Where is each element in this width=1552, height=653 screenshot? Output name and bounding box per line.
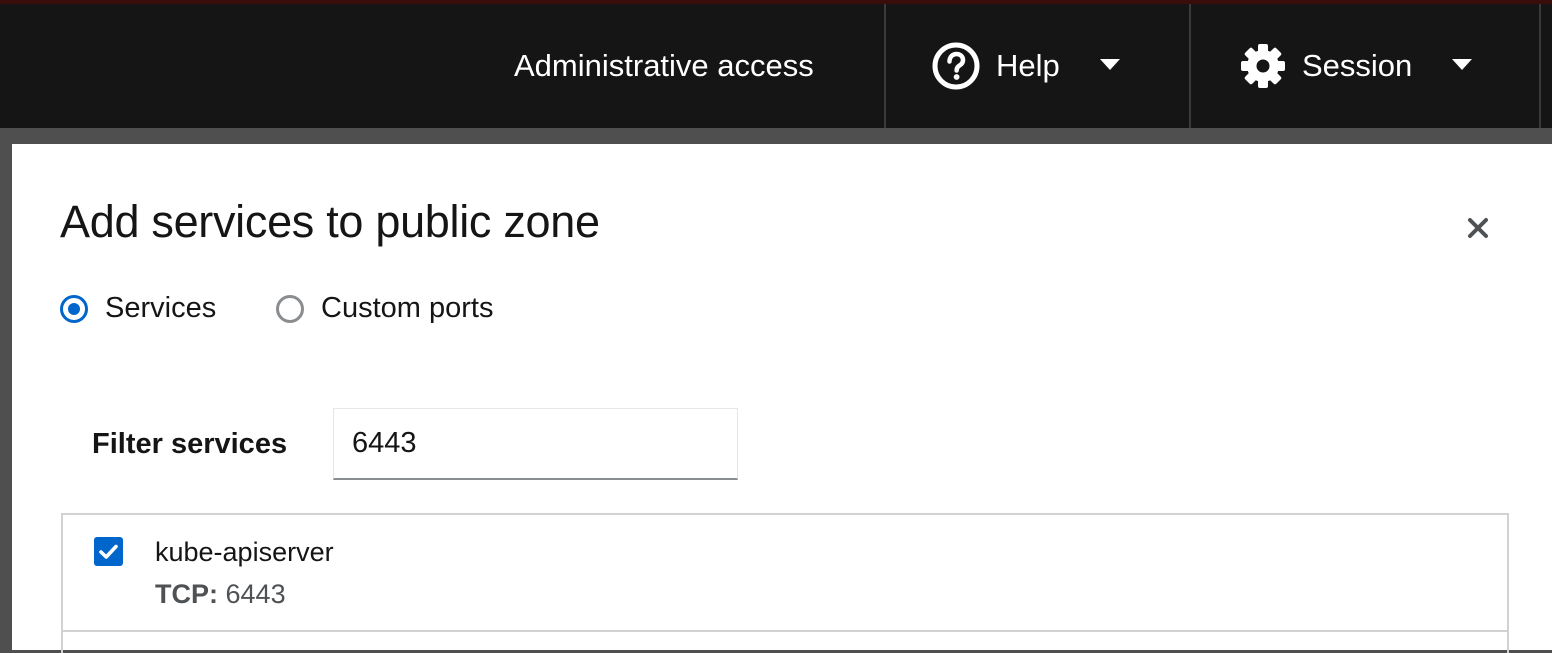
administrative-access-label: Administrative access [514, 48, 814, 83]
caret-down-icon [1100, 59, 1120, 70]
radio-services-label: Services [105, 292, 217, 324]
services-list: kube-apiserver TCP: 6443 [61, 513, 1509, 653]
filter-services-input[interactable] [333, 408, 738, 480]
service-port: 6443 [225, 579, 286, 609]
service-protocol: TCP: [155, 579, 218, 609]
help-circle-icon [932, 42, 980, 90]
service-checkbox[interactable] [94, 537, 123, 566]
radio-custom-ports[interactable]: Custom ports [276, 292, 493, 325]
masthead: Administrative access Help Session [0, 0, 1552, 128]
session-menu-toggle[interactable]: Session [1240, 4, 1480, 128]
checkmark-icon [99, 544, 118, 559]
administrative-access-button[interactable]: Administrative access [514, 4, 814, 128]
help-menu-toggle[interactable]: Help [932, 4, 1132, 128]
help-label: Help [996, 48, 1060, 83]
add-services-modal: Add services to public zone Services Cus… [12, 144, 1552, 653]
caret-down-icon [1452, 59, 1472, 70]
modal-title: Add services to public zone [60, 196, 600, 247]
gear-icon [1240, 43, 1286, 89]
masthead-divider [884, 4, 886, 128]
session-label: Session [1302, 48, 1413, 83]
filter-services-label: Filter services [92, 428, 288, 460]
radio-custom-ports-label: Custom ports [321, 292, 494, 324]
radio-button-unchecked[interactable] [276, 294, 304, 323]
radio-button-checked[interactable] [60, 294, 88, 323]
radio-services[interactable]: Services [60, 292, 216, 325]
service-name: kube-apiserver [155, 537, 334, 567]
modal-backdrop [0, 128, 1552, 144]
list-item[interactable]: kube-apiserver TCP: 6443 [63, 515, 1507, 632]
close-icon[interactable] [1462, 212, 1494, 244]
masthead-divider [1189, 4, 1191, 128]
service-ports: TCP: 6443 [155, 579, 286, 610]
masthead-divider [1539, 4, 1541, 128]
